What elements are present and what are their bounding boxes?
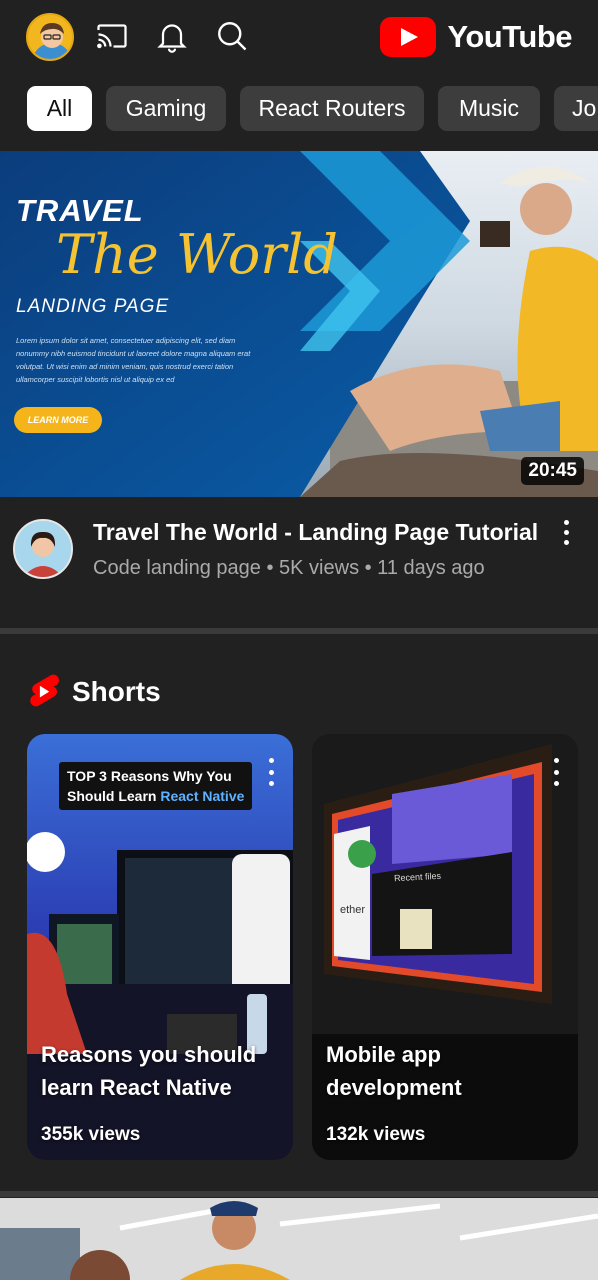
shorts-header: Shorts (26, 670, 161, 714)
short-card[interactable]: TOP 3 Reasons Why You Should Learn React… (27, 734, 293, 1160)
channel-avatar[interactable] (13, 519, 73, 579)
short-caption-accent: React Native (160, 788, 245, 804)
next-video-thumbnail[interactable] (0, 1198, 598, 1280)
chip-music[interactable]: Music (438, 86, 540, 131)
short-caption-line-1: TOP 3 Reasons Why You (67, 768, 232, 784)
search-icon[interactable] (212, 16, 252, 56)
chip-all[interactable]: All (27, 86, 92, 131)
short-more-options-icon[interactable] (267, 758, 275, 786)
short-views: 355k views (41, 1124, 141, 1145)
video-duration: 20:45 (521, 457, 584, 485)
youtube-logo[interactable]: YouTube (379, 15, 573, 59)
thumbnail-script-title: The World (56, 223, 338, 286)
logo-text: YouTube (447, 19, 573, 54)
top-app-bar: YouTube (0, 0, 598, 78)
thumbnail-subtitle: LANDING PAGE (16, 296, 170, 317)
video-thumbnail[interactable]: TRAVEL The World LANDING PAGE Lorem ipsu… (0, 151, 598, 497)
shorts-title: Shorts (72, 676, 161, 707)
short-screen-label: ether (340, 904, 366, 916)
shorts-logo-icon (30, 674, 60, 707)
chip-partial[interactable]: Jo (554, 86, 598, 131)
video-title[interactable]: Travel The World - Landing Page Tutorial (93, 519, 538, 546)
youtube-play-icon (379, 17, 436, 57)
short-more-options-icon[interactable] (552, 758, 560, 786)
short-caption: TOP 3 Reasons Why You Should Learn React… (59, 762, 253, 810)
short-title: Reasons you should learn React Native (41, 1042, 257, 1100)
filter-chips-bar: All Gaming React Routers Music Jo (0, 86, 598, 132)
chip-gaming[interactable]: Gaming (106, 86, 226, 131)
short-views: 132k views (326, 1124, 426, 1145)
short-title: Mobile app development (326, 1042, 462, 1100)
short-caption-line-2: Should Learn (67, 788, 161, 804)
section-divider (0, 628, 598, 634)
thumbnail-cta-badge: LEARN MORE (14, 407, 102, 433)
account-avatar[interactable] (26, 13, 74, 61)
thumbnail-body-text: Lorem ipsum dolor sit amet, consectetuer… (16, 336, 251, 384)
section-divider (0, 1191, 598, 1197)
video-subtitle: Code landing page • 5K views • 11 days a… (93, 557, 485, 579)
video-meta: Travel The World - Landing Page Tutorial… (0, 497, 598, 627)
more-options-icon[interactable] (554, 517, 578, 547)
chip-react-routers[interactable]: React Routers (240, 86, 424, 131)
short-card[interactable]: Recent files ether Mobile app developmen… (312, 734, 578, 1160)
notifications-icon[interactable] (152, 16, 192, 56)
cast-icon[interactable] (92, 16, 132, 56)
